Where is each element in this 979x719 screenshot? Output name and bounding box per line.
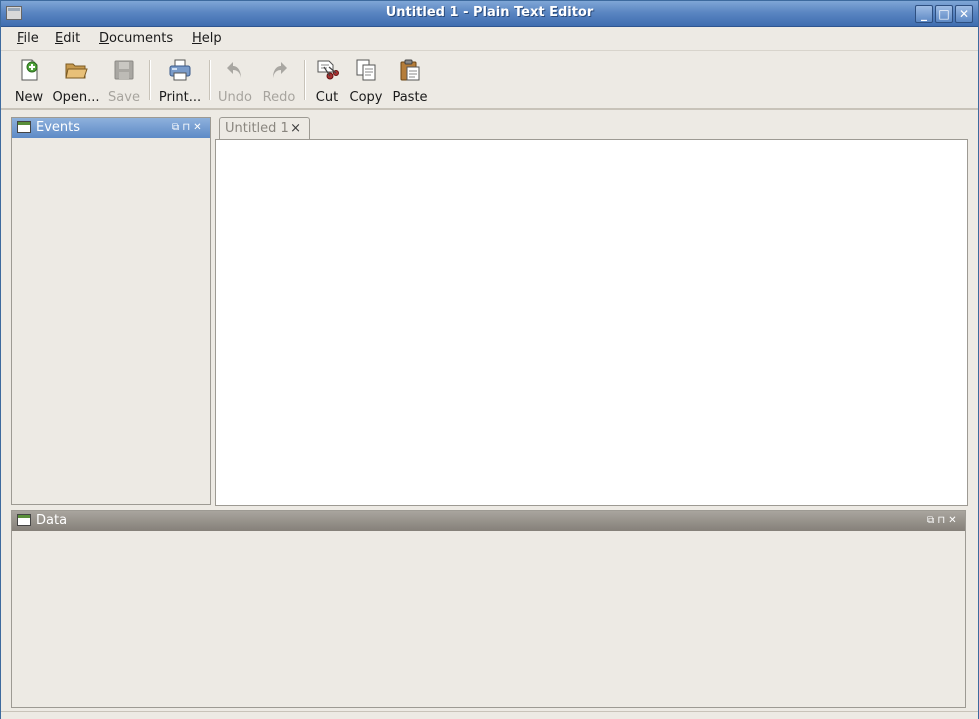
tab-close-icon[interactable]: × [290,118,301,140]
new-button[interactable]: New [11,55,47,105]
menu-edit[interactable]: Edit [49,30,86,48]
toolbar-separator [149,60,151,100]
redo-button[interactable]: Redo [260,55,298,105]
open-button[interactable]: Open... [50,55,102,105]
panel-window-icon [17,121,31,133]
menu-file[interactable]: File [11,30,45,48]
events-panel[interactable]: Events ⧉ ⊓ ✕ [11,117,211,505]
panel-controls-icon[interactable]: ⧉ ⊓ ✕ [172,118,202,138]
minimize-button[interactable]: _ [915,5,933,23]
menu-documents[interactable]: Documents [93,30,179,48]
redo-icon [267,58,291,82]
data-panel-title: Data [36,513,68,528]
close-button[interactable]: ✕ [955,5,973,23]
panel-window-icon [17,514,31,526]
data-panel-header[interactable]: Data ⧉ ⊓ ✕ [12,511,965,531]
text-editor-area[interactable] [215,139,968,506]
menu-help[interactable]: Help [186,30,228,48]
save-icon [112,58,136,82]
maximize-button[interactable]: □ [935,5,953,23]
folder-open-icon [64,58,88,82]
data-panel[interactable]: Data ⧉ ⊓ ✕ [11,510,966,708]
undo-icon [223,58,247,82]
undo-button[interactable]: Undo [216,55,254,105]
menu-bar: File Edit Documents Help [1,27,978,51]
copy-icon [354,58,378,82]
paste-button[interactable]: Paste [390,55,430,105]
app-window: Untitled 1 - Plain Text Editor _ □ ✕ Fil… [0,0,979,719]
printer-icon [168,58,192,82]
new-document-icon [17,58,41,82]
toolbar-separator [209,60,211,100]
save-button[interactable]: Save [105,55,143,105]
panel-controls-icon[interactable]: ⧉ ⊓ ✕ [927,511,957,531]
tab-untitled-1[interactable]: Untitled 1 × [219,117,310,140]
window-title: Untitled 1 - Plain Text Editor [385,5,594,20]
toolbar-separator [304,60,306,100]
events-panel-title: Events [36,120,81,135]
cut-button[interactable]: Cut [311,55,343,105]
status-strip [1,711,978,719]
scissors-icon [315,58,339,82]
tab-label: Untitled 1 [225,121,289,136]
toolbar: New Open... Save Print... Undo Redo Cut … [1,52,978,110]
copy-button[interactable]: Copy [347,55,385,105]
print-button[interactable]: Print... [156,55,204,105]
events-panel-header[interactable]: Events ⧉ ⊓ ✕ [12,118,210,138]
title-bar[interactable]: Untitled 1 - Plain Text Editor _ □ ✕ [1,1,978,27]
paste-icon [398,58,422,82]
